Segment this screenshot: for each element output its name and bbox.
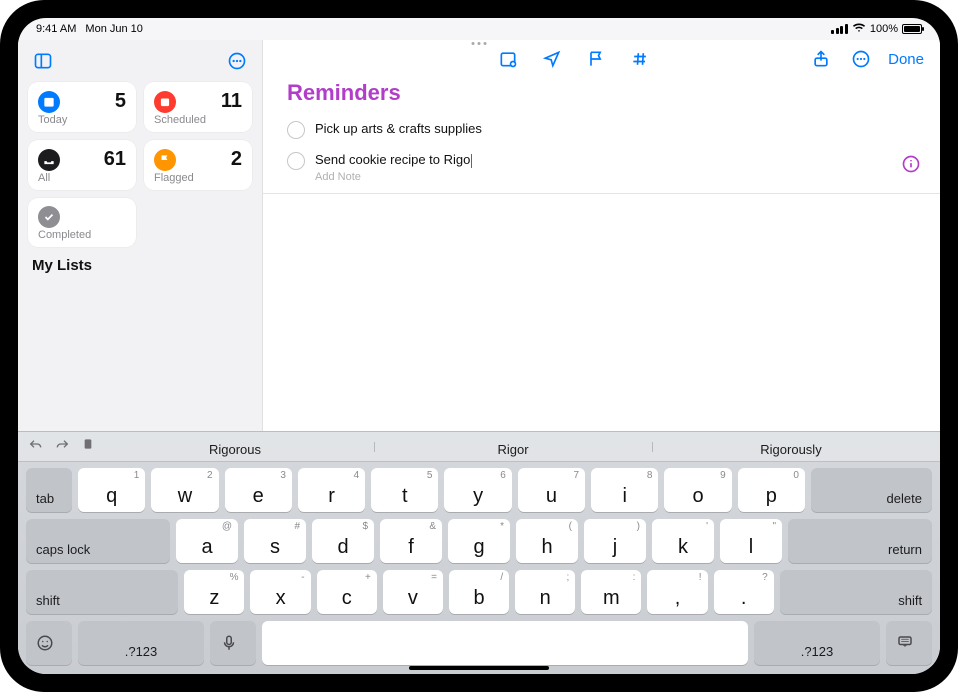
screen: 9:41 AM Mon Jun 10 100% <box>18 18 940 674</box>
checkbox-icon[interactable] <box>287 121 305 139</box>
list-title: Reminders <box>263 72 940 114</box>
reminder-text: Pick up arts & crafts supplies <box>315 120 482 138</box>
status-time: 9:41 AM <box>36 23 76 35</box>
all-label: All <box>38 172 126 184</box>
key-a[interactable]: @a <box>176 519 238 563</box>
key-c[interactable]: +c <box>317 570 377 614</box>
smartlist-all[interactable]: 61 All <box>28 140 136 190</box>
signal-icon <box>831 24 848 34</box>
more-icon[interactable] <box>848 46 874 72</box>
key-tab[interactable]: tab <box>26 468 72 512</box>
sidebar-toggle-icon[interactable] <box>30 48 56 74</box>
sidebar: 5 Today 11 Scheduled <box>18 40 263 431</box>
checkbox-icon[interactable] <box>287 152 305 170</box>
share-icon[interactable] <box>808 46 834 72</box>
location-icon[interactable] <box>539 46 565 72</box>
key-numsym-right[interactable]: .?123 <box>754 621 880 665</box>
key-m[interactable]: :m <box>581 570 641 614</box>
wifi-icon <box>852 23 866 36</box>
key-y[interactable]: 6y <box>444 468 511 512</box>
suggestion[interactable]: Rigorous <box>96 437 374 457</box>
key-return[interactable]: return <box>788 519 932 563</box>
key-r[interactable]: 4r <box>298 468 365 512</box>
calendar-add-icon[interactable] <box>495 46 521 72</box>
reminder-item[interactable]: Pick up arts & crafts supplies <box>263 114 940 145</box>
key-e[interactable]: 3e <box>225 468 292 512</box>
smartlist-today[interactable]: 5 Today <box>28 82 136 132</box>
key-l[interactable]: "l <box>720 519 782 563</box>
add-note-field[interactable]: Add Note <box>315 171 472 183</box>
key-numsym-left[interactable]: .?123 <box>78 621 204 665</box>
key-space[interactable] <box>262 621 748 665</box>
key-d[interactable]: $d <box>312 519 374 563</box>
tag-icon[interactable] <box>627 46 653 72</box>
key-capslock[interactable]: caps lock <box>26 519 170 563</box>
key-comma[interactable]: !, <box>647 570 707 614</box>
flag-icon[interactable] <box>583 46 609 72</box>
mylists-header: My Lists <box>28 257 252 274</box>
inbox-icon <box>38 149 60 171</box>
suggestion[interactable]: Rigor <box>374 437 652 457</box>
flagged-label: Flagged <box>154 172 242 184</box>
battery-icon <box>902 24 922 34</box>
today-label: Today <box>38 114 126 126</box>
key-i[interactable]: 8i <box>591 468 658 512</box>
key-dictate[interactable] <box>210 621 256 665</box>
key-f[interactable]: &f <box>380 519 442 563</box>
flagged-count: 2 <box>231 148 242 171</box>
multitask-dots-icon[interactable] <box>472 42 487 45</box>
key-h[interactable]: (h <box>516 519 578 563</box>
key-shift-left[interactable]: shift <box>26 570 178 614</box>
battery-percent: 100% <box>870 23 898 35</box>
key-k[interactable]: 'k <box>652 519 714 563</box>
key-j[interactable]: )j <box>584 519 646 563</box>
done-button[interactable]: Done <box>888 51 924 68</box>
calendar-icon <box>38 91 60 113</box>
key-period[interactable]: ?. <box>714 570 774 614</box>
flag-icon <box>154 149 176 171</box>
smartlist-completed[interactable]: Completed <box>28 198 136 247</box>
today-count: 5 <box>115 90 126 113</box>
key-t[interactable]: 5t <box>371 468 438 512</box>
clipboard-icon[interactable] <box>80 437 96 456</box>
smartlist-flagged[interactable]: 2 Flagged <box>144 140 252 190</box>
reminder-item[interactable]: Send cookie recipe to Rigo Add Note <box>263 145 940 194</box>
undo-icon[interactable] <box>28 437 44 456</box>
status-date: Mon Jun 10 <box>85 23 142 35</box>
reminder-text[interactable]: Send cookie recipe to Rigo <box>315 151 472 169</box>
key-b[interactable]: /b <box>449 570 509 614</box>
redo-icon[interactable] <box>54 437 70 456</box>
key-g[interactable]: *g <box>448 519 510 563</box>
key-n[interactable]: ;n <box>515 570 575 614</box>
more-icon[interactable] <box>224 48 250 74</box>
scheduled-count: 11 <box>221 90 242 113</box>
all-count: 61 <box>104 148 126 171</box>
check-icon <box>38 206 60 228</box>
key-shift-right[interactable]: shift <box>780 570 932 614</box>
key-o[interactable]: 9o <box>664 468 731 512</box>
completed-label: Completed <box>38 229 126 241</box>
status-bar: 9:41 AM Mon Jun 10 100% <box>18 18 940 40</box>
key-q[interactable]: 1q <box>78 468 145 512</box>
key-w[interactable]: 2w <box>151 468 218 512</box>
key-z[interactable]: %z <box>184 570 244 614</box>
detail-pane: Done Reminders Pick up arts & crafts sup… <box>263 40 940 431</box>
key-emoji[interactable] <box>26 621 72 665</box>
key-x[interactable]: -x <box>250 570 310 614</box>
smartlist-scheduled[interactable]: 11 Scheduled <box>144 82 252 132</box>
key-v[interactable]: =v <box>383 570 443 614</box>
suggestion[interactable]: Rigorously <box>652 437 930 457</box>
key-u[interactable]: 7u <box>518 468 585 512</box>
key-dismiss[interactable] <box>886 621 932 665</box>
key-delete[interactable]: delete <box>811 468 932 512</box>
info-icon[interactable] <box>898 151 924 177</box>
scheduled-label: Scheduled <box>154 114 242 126</box>
calendar-icon <box>154 91 176 113</box>
keyboard: Rigorous Rigor Rigorously tab 1q 2w 3e 4… <box>18 431 940 674</box>
key-s[interactable]: #s <box>244 519 306 563</box>
ipad-frame: 9:41 AM Mon Jun 10 100% <box>0 0 958 692</box>
home-indicator[interactable] <box>409 666 549 670</box>
key-p[interactable]: 0p <box>738 468 805 512</box>
